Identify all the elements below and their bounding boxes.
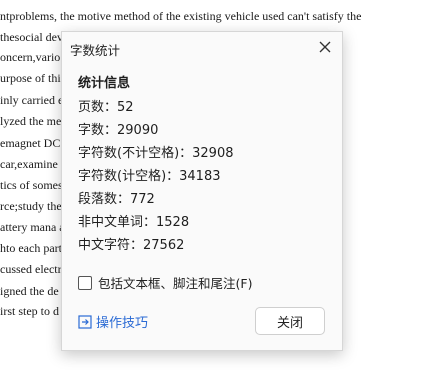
stat-chars-with-spaces: 字符数(计空格)：34183	[78, 169, 221, 184]
include-textbox-checkbox-row[interactable]: 包括文本框、脚注和尾注(F)	[78, 273, 252, 292]
close-icon[interactable]	[316, 38, 334, 56]
include-textbox-label: 包括文本框、脚注和尾注(F)	[98, 276, 253, 291]
stat-non-chinese-words: 非中文单词：1528	[78, 215, 190, 230]
stat-paragraphs: 段落数：772	[78, 192, 155, 207]
close-button[interactable]: 关闭	[255, 307, 325, 335]
document-line: lyzed the me	[0, 114, 62, 128]
document-line: irst step to d	[0, 304, 59, 318]
stat-words: 字数：29090	[78, 123, 159, 138]
word-count-dialog: 字数统计 统计信息 页数：52 字数：29090 字符数(不计空格)：32908…	[61, 31, 343, 351]
section-heading: 统计信息	[78, 76, 131, 91]
tips-link[interactable]: 操作技巧	[78, 312, 148, 331]
tips-icon	[78, 314, 92, 329]
stat-chars-no-spaces: 字符数(不计空格)：32908	[78, 146, 234, 161]
document-line: ntproblems, the motive method of the exi…	[0, 9, 362, 23]
tips-label: 操作技巧	[96, 316, 149, 331]
include-textbox-checkbox[interactable]	[78, 275, 92, 290]
stat-chinese-chars: 中文字符：27562	[78, 238, 185, 253]
dialog-title: 字数统计	[70, 43, 121, 58]
stat-pages: 页数：52	[78, 100, 134, 115]
document-line: urpose of thi	[0, 71, 61, 85]
